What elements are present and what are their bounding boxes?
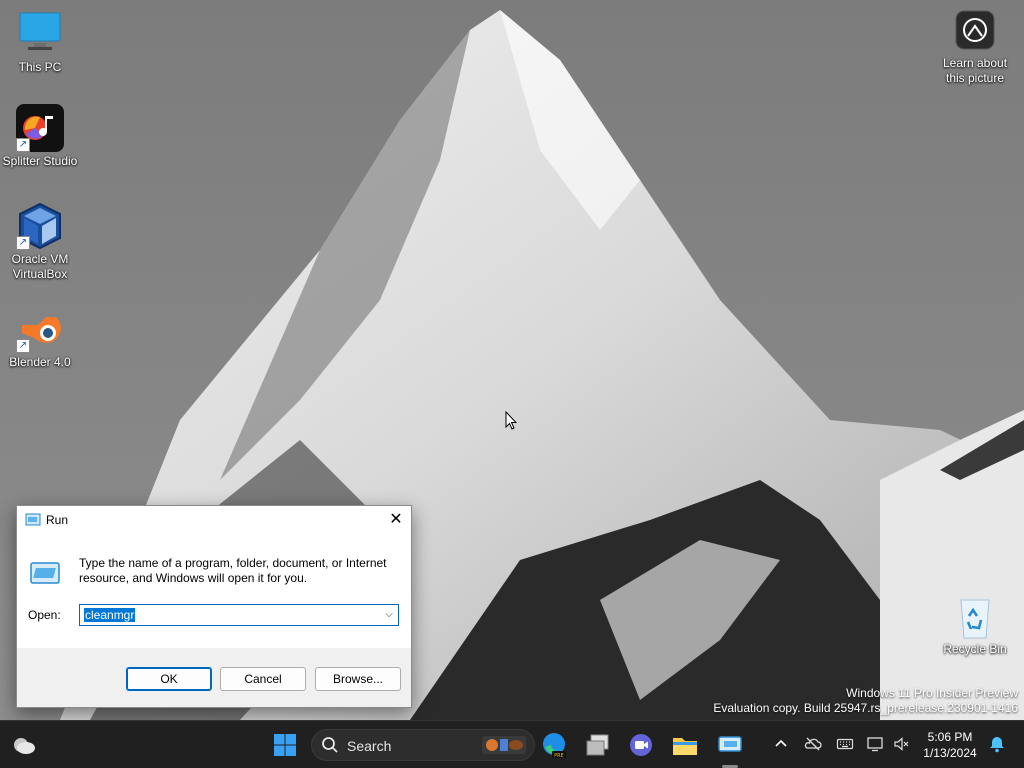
shortcut-arrow-icon: ↗ — [16, 339, 30, 353]
desktop-icon-label-text: Oracle VM VirtualBox — [11, 252, 69, 281]
system-clock[interactable]: 5:06 PM 1/13/2024 — [920, 729, 980, 761]
task-view-icon[interactable] — [582, 729, 614, 761]
volume-muted-icon[interactable] — [893, 735, 911, 753]
blender-icon: ↗ — [16, 305, 64, 353]
ok-button[interactable]: OK — [126, 667, 212, 691]
close-button[interactable]: ✕ — [381, 506, 411, 534]
svg-text:PRE: PRE — [554, 753, 564, 759]
desktop-icon-label: Learn about this picture — [942, 56, 1008, 85]
desktop-icon-label: Recycle Bin — [943, 642, 1007, 656]
run-titlebar[interactable]: Run ✕ — [17, 506, 411, 534]
run-program-icon — [30, 562, 60, 584]
teams-chat-icon[interactable] — [625, 729, 657, 761]
open-combobox[interactable]: cleanmgr ⌵ — [79, 604, 399, 626]
notification-bell-icon[interactable] — [988, 735, 1006, 753]
evaluation-watermark: Windows 11 Pro Insider Preview Evaluatio… — [713, 686, 1018, 716]
chevron-up-icon[interactable] — [772, 735, 790, 753]
run-dialog-body: Type the name of a program, folder, docu… — [17, 534, 411, 648]
clock-date: 1/13/2024 — [923, 746, 977, 760]
network-icon[interactable] — [866, 735, 884, 753]
desktop-icon-splitter-studio[interactable]: ↗ Splitter Studio — [0, 104, 80, 169]
keyboard-icon[interactable] — [836, 735, 854, 753]
run-dialog-title: Run — [46, 513, 69, 527]
desktop-icon-label: Blender 4.0 — [9, 355, 71, 369]
browse-button[interactable]: Browse... — [315, 667, 401, 691]
run-app-icon — [25, 513, 41, 526]
mouse-cursor-icon — [505, 411, 517, 430]
splitter-studio-icon: ↗ — [16, 104, 64, 152]
desktop-icon-label: Splitter Studio — [2, 154, 78, 168]
open-label: Open: — [28, 608, 61, 622]
watermark-line-2: Evaluation copy. Build 25947.rs_prerelea… — [713, 701, 1018, 715]
open-input-value[interactable]: cleanmgr — [84, 608, 136, 622]
watermark-line-1: Windows 11 Pro Insider Preview — [846, 686, 1018, 700]
virtualbox-cube-icon: ↗ — [16, 202, 64, 250]
recycle-bin-icon — [955, 596, 995, 640]
run-taskbar-icon[interactable] — [714, 729, 746, 761]
taskbar-search-box[interactable]: Search — [311, 729, 535, 761]
edge-browser-icon[interactable]: PRE — [538, 729, 570, 761]
desktop-icon-virtualbox[interactable]: ↗ Oracle VM VirtualBox — [0, 202, 80, 282]
desktop-icon-learn-about-picture[interactable]: Learn about this picture — [935, 10, 1015, 86]
cancel-button[interactable]: Cancel — [220, 667, 306, 691]
file-explorer-icon[interactable] — [669, 729, 701, 761]
monitor-icon — [16, 10, 64, 58]
onedrive-offline-icon[interactable] — [804, 735, 822, 753]
windows-start-icon[interactable] — [269, 729, 301, 761]
desktop-icon-label: Oracle VM VirtualBox — [0, 252, 80, 282]
camera-spotlight-icon — [955, 10, 995, 50]
chevron-down-icon[interactable]: ⌵ — [380, 605, 398, 625]
desktop-icon-recycle-bin[interactable]: Recycle Bin — [935, 596, 1015, 657]
taskbar: Search PRE 5:06 PM 1/13/2024 — [0, 720, 1024, 768]
run-description: Type the name of a program, folder, docu… — [79, 556, 387, 585]
clock-time: 5:06 PM — [927, 730, 973, 744]
search-placeholder: Search — [347, 738, 392, 754]
search-highlight-art-icon — [482, 736, 526, 754]
shortcut-arrow-icon: ↗ — [16, 138, 30, 152]
run-dialog: Run ✕ Type the name of a program, folder… — [16, 505, 412, 708]
desktop-icon-label: This PC — [18, 60, 62, 74]
desktop-icon-this-pc[interactable]: This PC — [0, 10, 80, 75]
search-icon — [322, 737, 338, 753]
weather-widget-icon[interactable] — [8, 729, 40, 761]
desktop-icon-blender[interactable]: ↗ Blender 4.0 — [0, 305, 80, 370]
shortcut-arrow-icon: ↗ — [16, 236, 30, 250]
